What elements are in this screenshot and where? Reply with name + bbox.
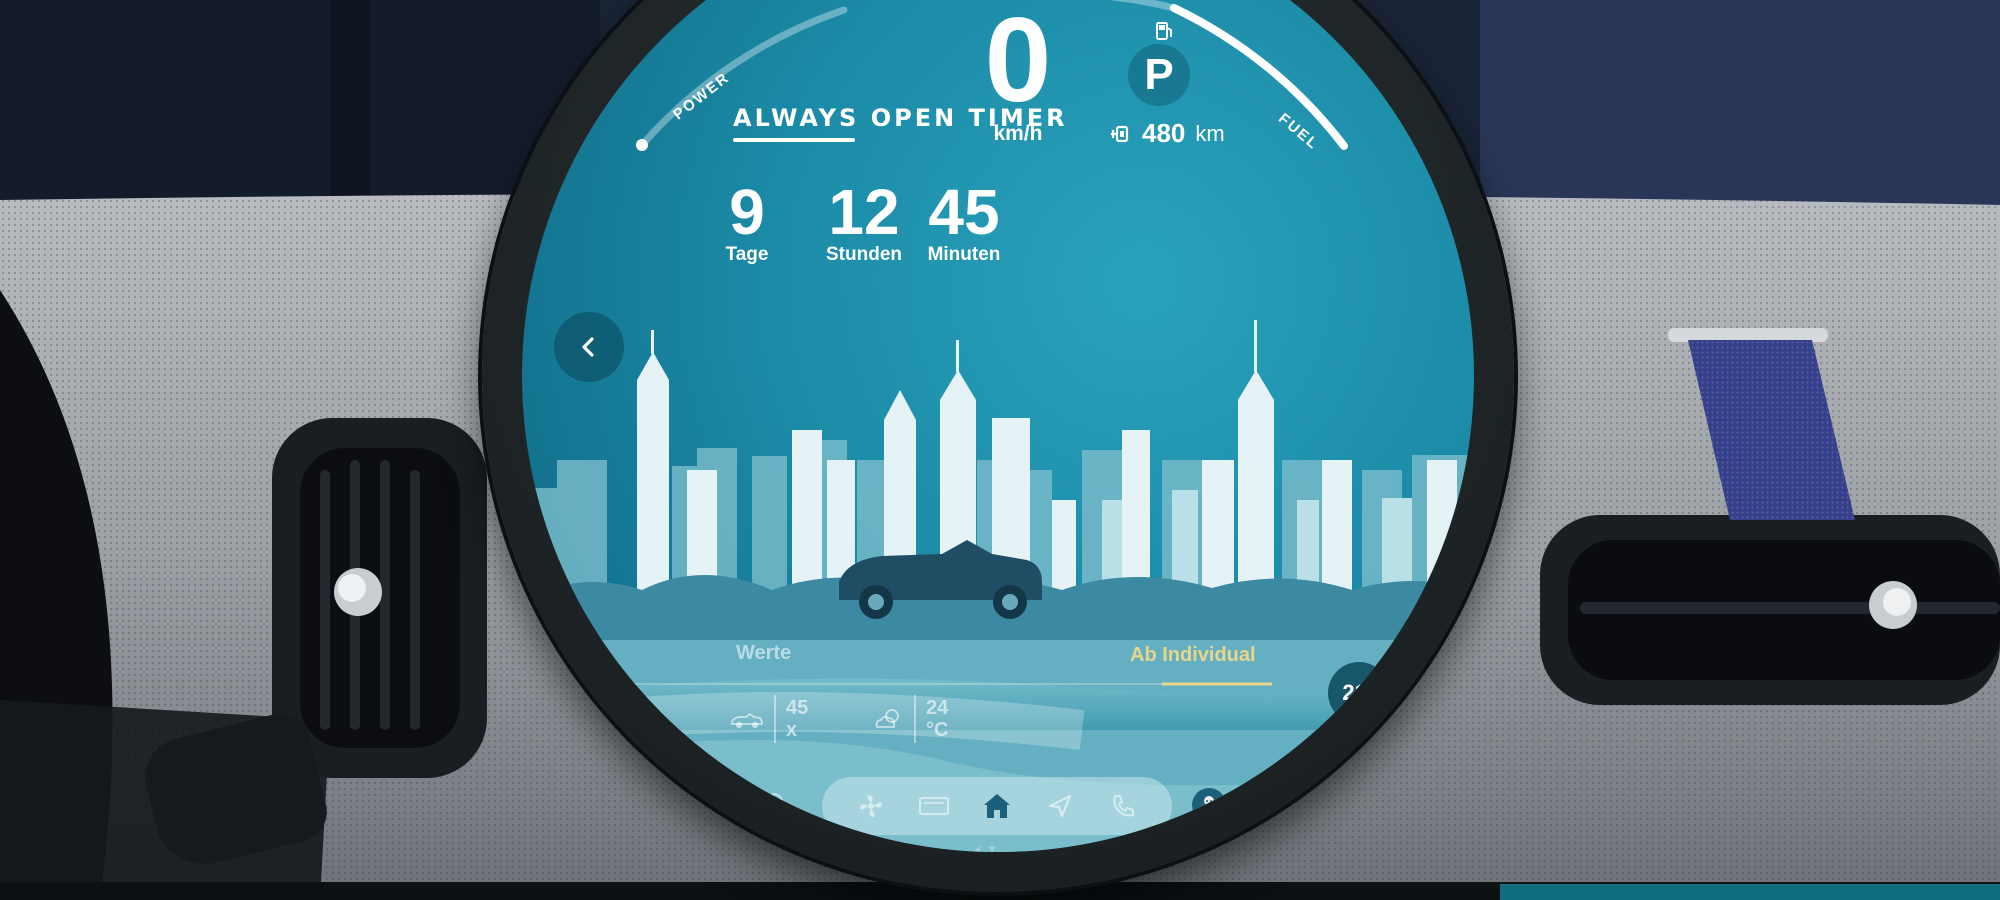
timer-days-label: Tage [725,244,769,265]
speed-value: 0 [984,0,1052,127]
gear-value: P [1144,50,1174,99]
timer-hours: 12 Stunden [824,180,904,266]
timer-title-underline [733,138,855,142]
stat-convertible: 45 x [730,695,808,743]
gear-indicator: P [1128,44,1190,106]
back-button[interactable] [554,312,624,382]
timer-hours-value: 12 [828,176,900,248]
right-temperature-value: 21° [1342,680,1376,705]
timer-minutes-value: 45 [928,176,1000,248]
navigation-icon [1048,795,1071,817]
bottom-navigation-bar [822,777,1172,835]
tab-werte[interactable]: Werte [736,642,791,665]
stat-weather: 24 °C [872,695,948,743]
timer-minutes: 45 Minuten [922,180,1006,266]
nav-navigation[interactable] [1044,790,1076,822]
timer-title: ALWAYS OPEN TIMER [733,104,1068,132]
chevron-left-icon [582,337,594,357]
nav-fan[interactable] [855,790,887,822]
stat-convertible-value: 45 [786,697,809,719]
status-outside-temperature: 21 °C [1114,840,1165,852]
nav-media[interactable] [918,790,950,822]
stat-weather-value: 24 [926,697,949,719]
convertible-stat-icon [731,712,763,728]
avatar-icon [1200,796,1218,815]
phone-icon [1112,795,1134,817]
status-time: 10:00 [826,840,878,852]
timer-days-value: 9 [729,176,765,248]
timer-hours-label: Stunden [826,244,902,265]
weather-icon [875,709,899,728]
right-temperature-badge[interactable]: 21° [1328,662,1390,724]
fuel-pump-icon [1156,22,1172,40]
left-temperature-badge[interactable]: 19° [532,662,594,724]
round-display-screen: POWER FUEL 0 km/h P 480 km ALWAYS OPEN T… [522,0,1474,852]
stat-convertible-unit: x [786,719,798,741]
left-temperature-value: 19° [546,680,580,705]
profile-avatar[interactable] [1192,788,1226,822]
stat-weather-unit: °C [926,719,949,741]
range-readout: 480 km [1110,118,1225,149]
signal-icon [972,846,996,852]
tab-ab-individual[interactable]: Ab Individual [1130,644,1256,667]
nav-phone[interactable] [1107,790,1139,822]
media-icon [919,797,950,815]
range-unit: km [1195,120,1225,146]
fan-icon [860,795,883,817]
range-value: 480 [1142,118,1186,148]
timer-minutes-label: Minuten [927,244,1001,265]
home-icon [983,794,1010,818]
timer-days: 9 Tage [722,180,772,266]
nav-home[interactable] [981,790,1013,822]
plug-range-icon [1111,125,1129,142]
bell-icon[interactable] [762,790,788,820]
